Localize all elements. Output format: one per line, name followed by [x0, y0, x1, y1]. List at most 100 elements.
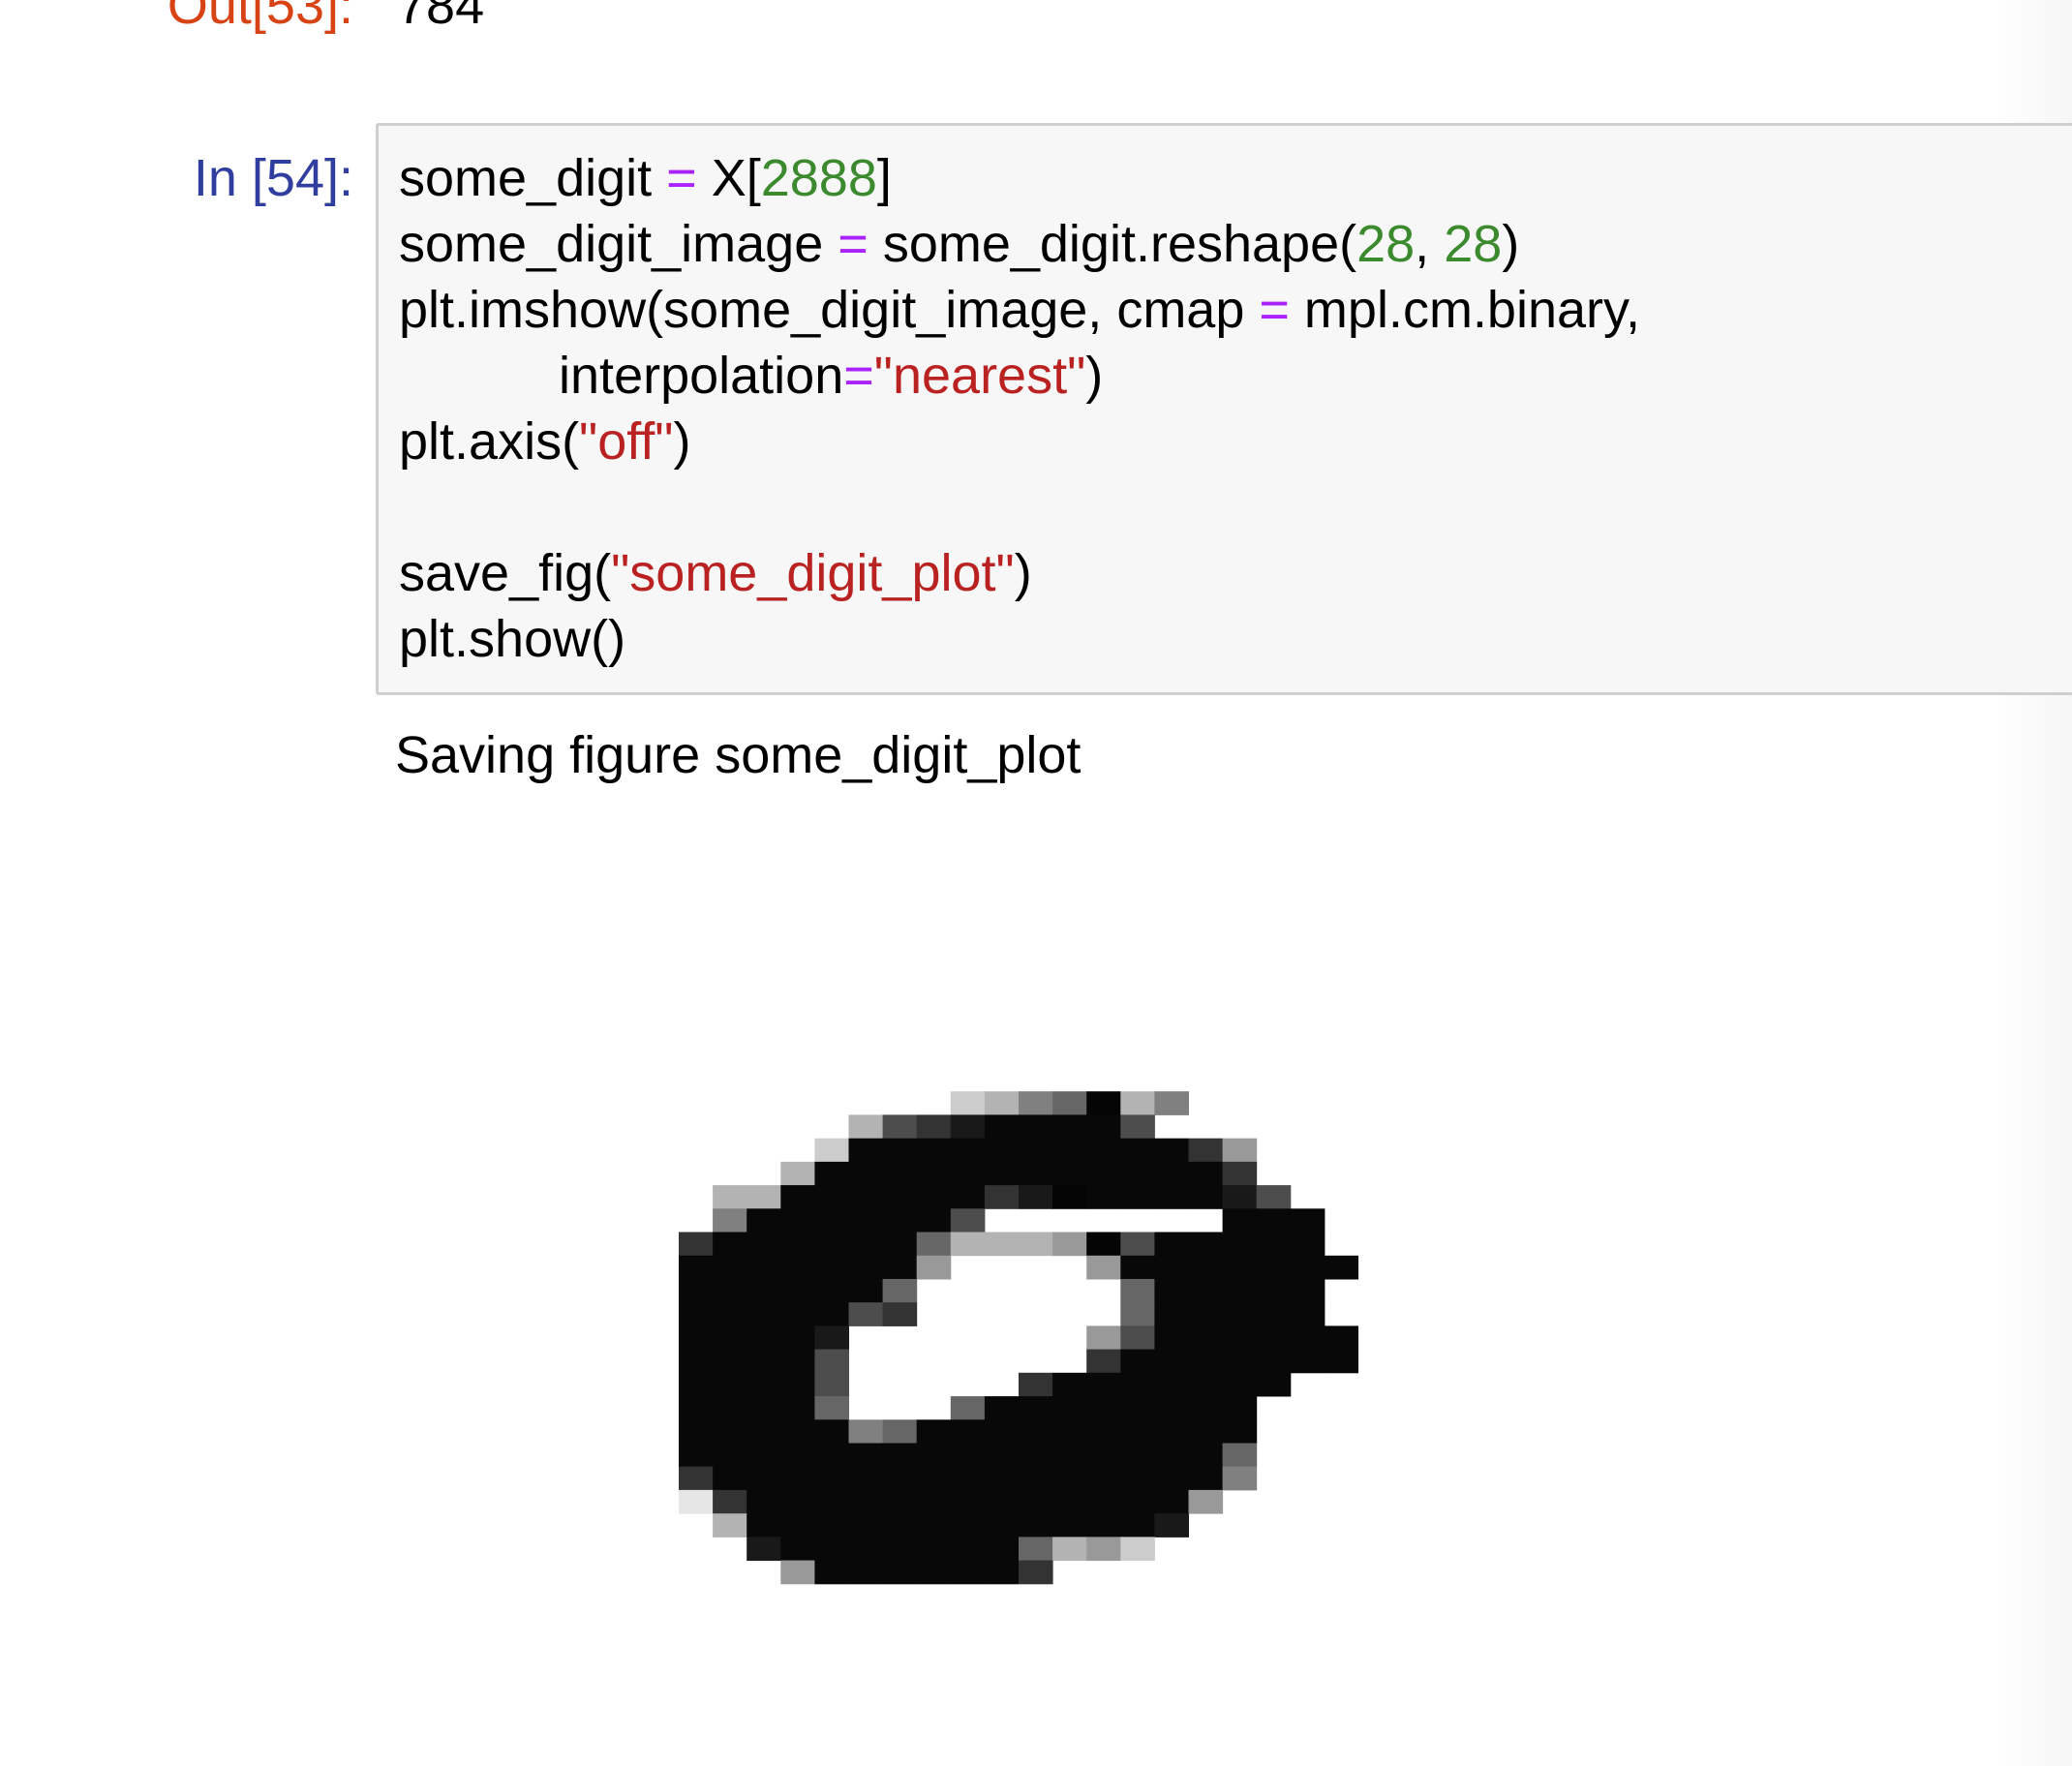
pixel-cell — [679, 1489, 714, 1514]
pixel-cell — [1154, 1138, 1189, 1163]
pixel-cell — [780, 1537, 815, 1562]
pixel-cell — [679, 1443, 714, 1468]
pixel-cell — [1120, 1537, 1155, 1562]
pixel-cell — [882, 1466, 918, 1491]
pixel-cell — [1290, 1325, 1325, 1351]
pixel-cell — [1019, 1161, 1053, 1186]
pixel-cell — [1188, 1372, 1224, 1397]
pixel-cell — [984, 1185, 1020, 1209]
pixel-cell — [1188, 1349, 1224, 1374]
pixel-cell — [814, 1208, 849, 1233]
pixel-cell — [814, 1185, 849, 1209]
pixel-cell — [1290, 1302, 1325, 1326]
pixel-cell — [984, 1396, 1020, 1420]
pixel-cell — [1052, 1185, 1087, 1209]
code-line: save_fig("some_digit_plot") — [399, 540, 1640, 606]
pixel-cell — [1019, 1537, 1053, 1562]
code-token: save_fig( — [399, 544, 612, 602]
pixel-cell — [950, 1138, 986, 1163]
pixel-cell — [713, 1325, 747, 1351]
pixel-cell — [1256, 1185, 1292, 1209]
pixel-cell — [814, 1372, 849, 1397]
pixel-cell — [780, 1419, 815, 1444]
pixel-cell — [916, 1185, 952, 1209]
code-token: = — [666, 149, 697, 207]
pixel-cell — [679, 1396, 714, 1420]
pixel-cell — [1290, 1255, 1325, 1280]
pixel-cell — [882, 1560, 918, 1585]
pixel-cell — [1120, 1443, 1155, 1468]
pixel-cell — [1052, 1537, 1087, 1562]
code-token: "nearest" — [873, 347, 1086, 405]
pixel-cell — [747, 1513, 781, 1538]
pixel-cell — [1256, 1349, 1292, 1374]
pixel-cell — [747, 1325, 781, 1351]
pixel-cell — [1019, 1138, 1053, 1163]
pixel-cell — [848, 1232, 884, 1257]
pixel-cell — [1086, 1372, 1121, 1397]
pixel-cell — [1120, 1279, 1155, 1303]
pixel-cell — [1086, 1443, 1121, 1468]
code-token: "some_digit_plot" — [611, 544, 1015, 602]
code-line: plt.imshow(some_digit_image, cmap = mpl.… — [399, 277, 1640, 343]
pixel-cell — [1256, 1279, 1292, 1303]
code-token: interpolation — [399, 347, 844, 405]
input-prompt-54: In [54]: — [193, 149, 353, 207]
pixel-cell — [1290, 1349, 1325, 1374]
code-line: plt.show() — [399, 606, 1640, 672]
pixel-cell — [1222, 1232, 1258, 1257]
pixel-cell — [916, 1232, 952, 1257]
pixel-cell — [1154, 1325, 1189, 1351]
pixel-cell — [916, 1537, 952, 1562]
pixel-cell — [1222, 1325, 1258, 1351]
pixel-cell — [1086, 1513, 1121, 1538]
pixel-cell — [1222, 1419, 1258, 1444]
pixel-cell — [1052, 1138, 1087, 1163]
pixel-cell — [950, 1466, 986, 1491]
code-token: X[ — [696, 149, 761, 207]
code-token: = — [1259, 281, 1290, 339]
pixel-cell — [984, 1419, 1020, 1444]
pixel-cell — [916, 1560, 952, 1585]
pixel-cell — [747, 1279, 781, 1303]
pixel-cell — [780, 1396, 815, 1420]
pixel-cell — [1086, 1091, 1121, 1115]
code-token: ) — [1502, 215, 1520, 273]
pixel-cell — [1154, 1349, 1189, 1374]
pixel-cell — [984, 1513, 1020, 1538]
pixel-cell — [747, 1302, 781, 1326]
pixel-cell — [882, 1255, 918, 1280]
pixel-cell — [1052, 1419, 1087, 1444]
pixel-cell — [1222, 1279, 1258, 1303]
pixel-cell — [882, 1232, 918, 1257]
pixel-cell — [984, 1537, 1020, 1562]
code-editor[interactable]: some_digit = X[2888] some_digit_image = s… — [399, 145, 1640, 672]
pixel-cell — [1086, 1466, 1121, 1491]
code-line: plt.axis("off") — [399, 409, 1640, 474]
pixel-cell — [1154, 1372, 1189, 1397]
pixel-cell — [780, 1349, 815, 1374]
pixel-cell — [814, 1443, 849, 1468]
pixel-cell — [916, 1114, 952, 1140]
code-token: plt.axis( — [399, 412, 580, 471]
pixel-cell — [848, 1255, 884, 1280]
pixel-cell — [747, 1537, 781, 1562]
pixel-cell — [1120, 1396, 1155, 1420]
pixel-cell — [950, 1161, 986, 1186]
pixel-cell — [1052, 1513, 1087, 1538]
pixel-cell — [1019, 1560, 1053, 1585]
pixel-cell — [1154, 1279, 1189, 1303]
code-token: ) — [1085, 347, 1104, 405]
pixel-cell — [1120, 1325, 1155, 1351]
pixel-cell — [1222, 1349, 1258, 1374]
pixel-cell — [814, 1396, 849, 1420]
stream-output: Saving figure some_digit_plot — [395, 726, 1082, 784]
pixel-cell — [1154, 1161, 1189, 1186]
digit-image-plot — [679, 1091, 1358, 1585]
pixel-cell — [1256, 1208, 1292, 1233]
pixel-cell — [1019, 1396, 1053, 1420]
pixel-cell — [1086, 1489, 1121, 1514]
pixel-cell — [848, 1138, 884, 1163]
code-token: 28 — [1444, 215, 1503, 273]
pixel-cell — [713, 1232, 747, 1257]
